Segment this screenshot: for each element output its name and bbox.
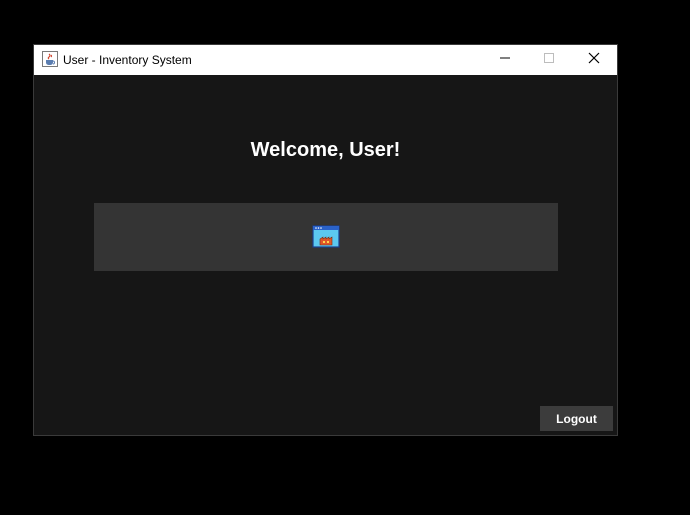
welcome-heading: Welcome, User! <box>250 139 401 161</box>
maximize-button[interactable] <box>526 45 571 75</box>
inventory-store-icon[interactable] <box>312 225 340 249</box>
title-bar[interactable]: User - Inventory System <box>34 45 617 75</box>
window-title: User - Inventory System <box>63 53 192 67</box>
minimize-icon <box>499 51 511 69</box>
close-button[interactable] <box>571 45 616 75</box>
app-window: User - Inventory System Welcome, User! L… <box>33 44 618 436</box>
minimize-button[interactable] <box>482 45 527 75</box>
java-cup-icon <box>42 51 58 67</box>
logout-button[interactable]: Logout <box>540 406 613 431</box>
close-icon <box>588 51 600 69</box>
maximize-icon <box>543 51 555 69</box>
dashboard-panel <box>94 203 558 271</box>
